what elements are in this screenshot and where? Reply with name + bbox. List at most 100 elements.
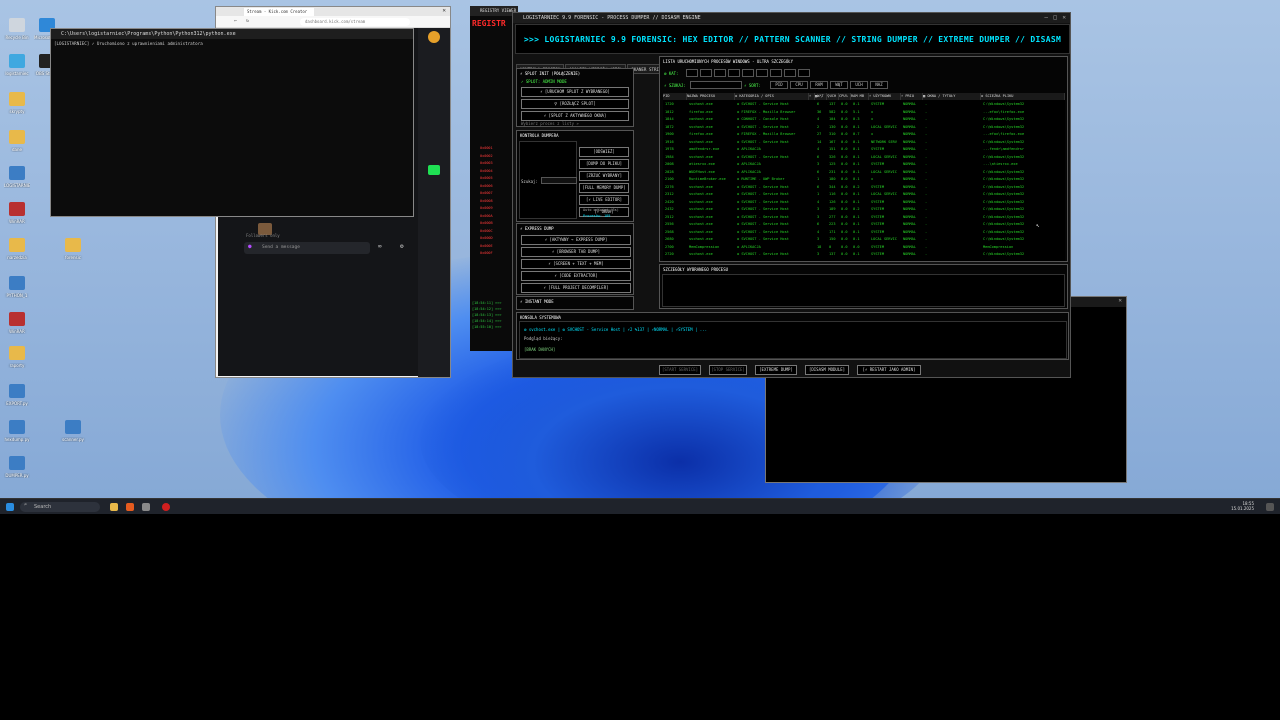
close-icon[interactable]: ✕ (442, 7, 446, 14)
table-row[interactable]: 1916 svchost.exe ⚙ SVCHOST - Service Host 1… (663, 139, 1065, 146)
splot-button[interactable]: ⚡ [SPLOT Z AKTYWNEGO OKNA] (521, 111, 629, 121)
emote-icon[interactable]: ∞ (378, 243, 382, 250)
column-header[interactable]: RAM MB (851, 93, 869, 100)
table-row[interactable]: 2432 svchost.exe ⚙ SVCHOST - Service Host 3… (663, 206, 1065, 213)
profile-icon[interactable] (428, 31, 440, 43)
category-chip[interactable] (798, 69, 810, 77)
notifications-icon[interactable] (1266, 503, 1274, 511)
splot-button[interactable]: ⚲ [ROZŁĄCZ SPLOT] (521, 99, 629, 109)
column-header[interactable]: PID (663, 93, 687, 100)
firefox-icon[interactable] (126, 503, 134, 511)
sort-button[interactable]: RAM (810, 81, 828, 89)
bottom-button[interactable]: [DISASM MODULE] (805, 365, 849, 375)
clock[interactable]: 18:55 15.01.2025 (1231, 501, 1254, 511)
desktop-icon[interactable]: PYTHON_1 (4, 276, 30, 298)
desktop-icon[interactable]: WinRAR (4, 312, 30, 334)
express-button[interactable]: ⚡ [BROWSER TAB DUMP] (521, 247, 631, 257)
dumper-button[interactable]: [ZRZUĆ WYBRANY] (579, 171, 629, 181)
maximize-icon[interactable]: □ (1053, 13, 1057, 23)
app-icon[interactable] (162, 503, 170, 511)
express-button[interactable]: ⚡ [AKTYWNY → EXPRESS DUMP] (521, 235, 631, 245)
bottom-button[interactable]: [START SERVICE] (659, 365, 701, 375)
sort-button[interactable]: PID (770, 81, 788, 89)
table-row[interactable]: 2420 svchost.exe ⚙ SVCHOST - Service Host 4… (663, 199, 1065, 206)
category-chip[interactable] (714, 69, 726, 77)
express-button[interactable]: ⚡ [CODE EXTRACTOR] (521, 271, 631, 281)
column-header[interactable]: ▣WĄT (815, 93, 827, 100)
browser-tab[interactable]: Stream - Kick.com Creator (244, 8, 314, 16)
minimize-icon[interactable]: – (1044, 13, 1048, 23)
column-header[interactable]: CPU% (839, 93, 851, 100)
console-window[interactable]: C:\Users\logistarniec\Programs\Python\Py… (50, 28, 414, 217)
desktop-icon[interactable]: Recycle Bin (4, 18, 30, 40)
sort-button[interactable]: UCH (850, 81, 868, 89)
category-chip[interactable] (728, 69, 740, 77)
back-icon[interactable]: ← (234, 18, 237, 24)
column-header[interactable]: ⚡ PRIO (901, 93, 923, 100)
express-button[interactable]: ⚡ [SCREEN + TEXT + MEM] (521, 259, 631, 269)
table-row[interactable]: 1012 firefox.exe ⚙ FIREFOX - Mozilla Brows… (663, 109, 1065, 116)
dumper-button[interactable]: [FULL MEMORY DUMP] (579, 183, 629, 193)
desktop-icon[interactable]: DUMPER.py (4, 456, 30, 478)
desktop-icon[interactable]: raporty (4, 346, 30, 368)
column-header[interactable]: ⚲UCH (827, 93, 839, 100)
auto-refresh-checkbox[interactable]: Auto odśwież (3s) (583, 208, 619, 212)
sort-button[interactable]: CPU (790, 81, 808, 89)
column-header[interactable]: ⚡ UŻYTKOWN (869, 93, 901, 100)
table-row[interactable]: 2512 svchost.exe ⚙ SVCHOST - Service Host 3… (663, 214, 1065, 221)
bottom-button[interactable]: [STOP SERVICE] (709, 365, 747, 375)
table-row[interactable]: 2700 MemCompression ⚙ APLIKACJA 18 0 0.0 0.0 SY… (663, 244, 1065, 251)
table-row[interactable]: 2028 WUDFHost.exe ⚙ APLIKACJA 6 231 0.0 0.1 LOC… (663, 169, 1065, 176)
close-icon[interactable]: ✕ (1062, 13, 1066, 23)
category-chip[interactable] (784, 69, 796, 77)
desktop-icon[interactable]: LOGISTARNIEC.py (4, 166, 30, 188)
table-row[interactable]: 2276 svchost.exe ⚙ SVCHOST - Service Host 6… (663, 184, 1065, 191)
table-row[interactable]: 2008 atiesrxx.exe ⚙ APLIKACJA 3 125 0.0 0.1 SYS… (663, 161, 1065, 168)
desktop-icon[interactable]: forensic (60, 238, 86, 260)
url-bar[interactable]: dashboard.kick.com/stream (300, 18, 410, 26)
sort-button[interactable]: WĄT (830, 81, 848, 89)
start-icon[interactable] (6, 503, 14, 511)
column-header[interactable]: ⚙ ŚCIEŻKA PLIKU (981, 93, 1065, 100)
table-row[interactable]: 2568 svchost.exe ⚙ SVCHOST - Service Host 4… (663, 229, 1065, 236)
column-header[interactable]: ▣ OKNA / TYTUŁY (923, 93, 981, 100)
mic-icon[interactable]: ● (248, 243, 252, 250)
close-icon[interactable]: ✕ (1118, 297, 1122, 304)
explorer-icon[interactable] (110, 503, 118, 511)
desktop-icon[interactable]: EXPORT.py (4, 384, 30, 406)
category-chip[interactable] (700, 69, 712, 77)
settings-icon[interactable]: ⚙ (400, 243, 404, 250)
process-search-input[interactable] (690, 81, 742, 89)
bottom-button[interactable]: [⚡ RESTART JAKO ADMIN] (857, 365, 921, 375)
refresh-icon[interactable]: ↻ (246, 18, 249, 24)
forensic-window[interactable]: LOGISTARNIEC 9.9 FORENSIC - PROCESS DUMP… (512, 12, 1071, 378)
dumper-button[interactable]: [⚡ LIVE EDITOR] (579, 195, 629, 205)
express-button[interactable]: ⚡ [FULL PROJECT DECOMPILER] (521, 283, 631, 293)
column-header[interactable]: NAZWA PROCESU (687, 93, 735, 100)
category-chip[interactable] (756, 69, 768, 77)
category-chip[interactable] (742, 69, 754, 77)
desktop-icon[interactable]: narzedzia (4, 238, 30, 260)
bottom-button[interactable]: [EXTREME DUMP] (755, 365, 797, 375)
table-row[interactable]: 1844 conhost.exe ⚙ CONHOST - Console Host 4… (663, 116, 1065, 123)
szukaj-input[interactable] (541, 177, 577, 184)
table-row[interactable]: 1978 amdfendrsr.exe ⚙ APLIKACJA 4 151 0.0 0.1 S… (663, 146, 1065, 153)
table-row[interactable]: 1984 svchost.exe ⚙ SVCHOST - Service Host 6… (663, 154, 1065, 161)
chat-icon[interactable] (428, 165, 440, 175)
table-row[interactable]: 1900 firefox.exe ⚙ FIREFOX - Mozilla Brows… (663, 131, 1065, 138)
dumper-button[interactable]: [DUMP DO PLIKU] (579, 159, 629, 169)
registry-window[interactable]: REGISTRY VIEWER PRO – KEY SCANNER REGIST… (470, 6, 518, 351)
splot-button[interactable]: ⚡ [URUCHOM SPLOT Z WYBRANEGO] (521, 87, 629, 97)
sort-button[interactable]: NAZ (870, 81, 888, 89)
desktop-icon[interactable]: logistarniec (4, 54, 30, 76)
desktop-icon[interactable]: scanner.py (60, 420, 86, 442)
desktop-icon[interactable]: WinRAR (4, 202, 30, 224)
column-header[interactable]: ⚙ KATEGORIA / OPIS (735, 93, 809, 100)
desktop-icon[interactable]: dane (4, 130, 30, 152)
chat-input[interactable]: Send a message (244, 242, 370, 254)
category-chip[interactable] (686, 69, 698, 77)
desktop-icon[interactable]: hexdump.py (4, 420, 30, 442)
category-chip[interactable] (770, 69, 782, 77)
table-row[interactable]: 2680 svchost.exe ⚙ SVCHOST - Service Host 3… (663, 236, 1065, 243)
taskbar-search[interactable]: Search (20, 502, 100, 512)
